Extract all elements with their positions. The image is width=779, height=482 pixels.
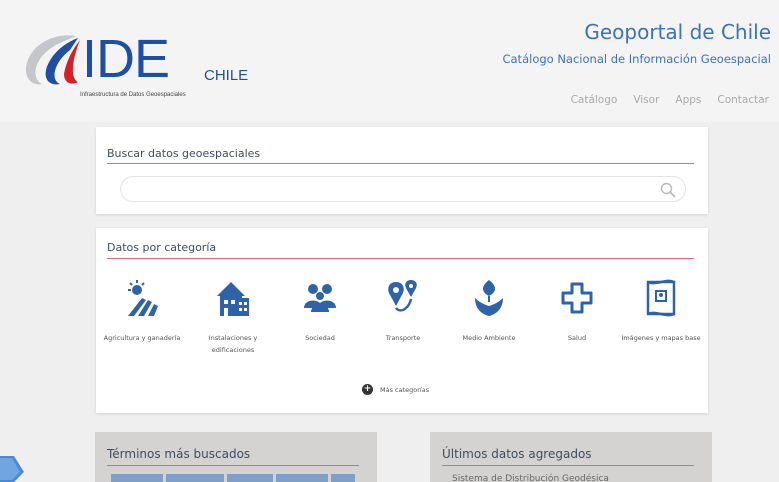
corner-arrow-icon: [0, 456, 24, 482]
categories-divider: [107, 258, 694, 259]
category-label: Transporte: [385, 334, 421, 342]
category-salud[interactable]: Salud: [536, 278, 618, 344]
search-input[interactable]: [120, 176, 686, 202]
logo-swoosh-icon: [25, 35, 80, 85]
health-icon: [561, 282, 593, 314]
nav-apps[interactable]: Apps: [675, 94, 701, 106]
site-header: IDE CHILE Infraestructura de Datos Geoes…: [0, 0, 779, 122]
search-term-tag[interactable]: [166, 474, 224, 482]
plus-circle-icon: +: [362, 384, 373, 395]
category-label: Agricultura y ganadería: [103, 334, 181, 342]
category-instalaciones[interactable]: Instalaciones y edificaciones: [192, 278, 274, 356]
transport-icon: [388, 280, 417, 312]
building-icon: [217, 282, 249, 316]
search-term-tag[interactable]: [111, 474, 163, 482]
logo-subtitle: Infraestructura de Datos Geoespaciales: [80, 92, 186, 98]
category-label: Instalaciones y edificaciones: [208, 334, 258, 354]
logo-chile-text: CHILE: [204, 67, 249, 84]
latest-data-item[interactable]: Sistema de Distribución Geodésica: [452, 474, 609, 482]
categories-title: Datos por categoría: [107, 241, 217, 254]
map-icon: [646, 279, 676, 317]
category-transporte[interactable]: Transporte: [362, 278, 444, 344]
categories-panel: Datos por categoría Agricultura y ganade…: [96, 228, 708, 413]
latest-data-panel: Últimos datos agregados Sistema de Distr…: [430, 432, 712, 482]
search-term-tag[interactable]: [331, 474, 355, 482]
search-terms-list: [111, 474, 355, 482]
category-label: Salud: [567, 334, 587, 342]
category-agricultura[interactable]: Agricultura y ganadería: [101, 278, 183, 344]
category-sociedad[interactable]: Sociedad: [279, 278, 361, 344]
search-divider: [107, 163, 694, 164]
nav-contactar[interactable]: Contactar: [717, 94, 769, 106]
category-label: Medio Ambiente: [462, 334, 516, 342]
site-title: Geoportal de Chile: [584, 20, 771, 44]
most-searched-title: Términos más buscados: [107, 447, 251, 461]
most-searched-divider: [107, 465, 359, 466]
most-searched-panel: Términos más buscados: [95, 432, 377, 482]
category-label: Imágenes y mapas base: [621, 334, 701, 342]
more-categories-label: Más categorías: [380, 385, 430, 394]
main-nav: Catálogo Visor Apps Contactar: [571, 94, 769, 106]
environment-icon: [475, 280, 503, 316]
nav-catalogo[interactable]: Catálogo: [571, 94, 618, 106]
category-label: Sociedad: [305, 334, 335, 342]
category-imagenes-mapas[interactable]: Imágenes y mapas base: [620, 278, 702, 344]
logo-ide-text: IDE: [82, 29, 170, 89]
nav-visor[interactable]: Visor: [633, 94, 659, 106]
search-panel: Buscar datos geoespaciales: [96, 127, 708, 214]
latest-data-title: Últimos datos agregados: [442, 447, 592, 461]
category-medio-ambiente[interactable]: Medio Ambiente: [448, 278, 530, 344]
search-icon[interactable]: [659, 181, 677, 199]
ide-chile-logo[interactable]: IDE CHILE Infraestructura de Datos Geoes…: [20, 28, 260, 108]
agriculture-icon: [128, 280, 158, 316]
search-term-tag[interactable]: [227, 474, 273, 482]
site-subtitle: Catálogo Nacional de Información Geoespa…: [502, 52, 771, 66]
latest-data-divider: [442, 465, 694, 466]
more-categories-button[interactable]: + Más categorías: [362, 384, 429, 395]
search-panel-title: Buscar datos geoespaciales: [107, 147, 261, 160]
people-icon: [304, 284, 336, 312]
search-term-tag[interactable]: [276, 474, 328, 482]
